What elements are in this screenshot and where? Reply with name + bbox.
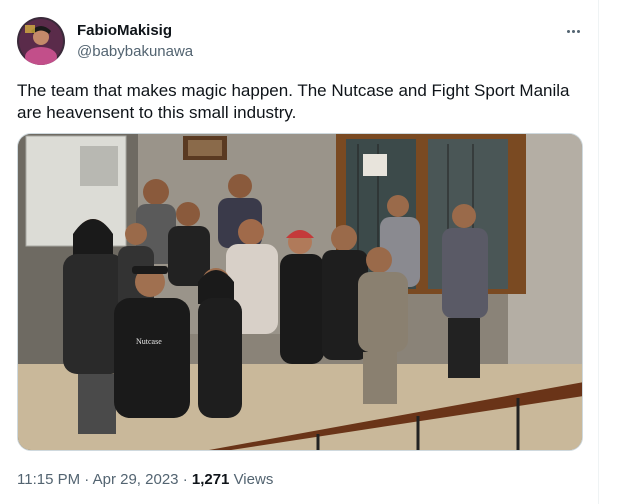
meta-separator: · [84,471,90,488]
views-label: Views [233,471,274,488]
tweet-date[interactable]: Apr 29, 2023 [93,471,179,488]
avatar-image [17,17,65,65]
group-photo-image: Nutcase [18,134,582,450]
timeline-divider [598,0,599,504]
author-display-name[interactable]: FabioMakisig [77,21,172,41]
tweet-photo[interactable]: Nutcase [17,133,583,451]
tweet: FabioMakisig @babybakunawa The team that… [0,0,598,504]
author-avatar[interactable] [17,17,65,65]
more-options-icon[interactable] [560,18,586,44]
tweet-text: The team that makes magic happen. The Nu… [17,81,570,122]
tweet-time[interactable]: 11:15 PM [17,471,80,488]
meta-separator: · [182,471,188,488]
shirt-print: Nutcase [136,337,162,346]
author-handle[interactable]: @babybakunawa [77,42,193,62]
tweet-meta: 11:15 PM · Apr 29, 2023 · 1,271 Views [17,470,273,490]
views-count: 1,271 [191,471,230,488]
